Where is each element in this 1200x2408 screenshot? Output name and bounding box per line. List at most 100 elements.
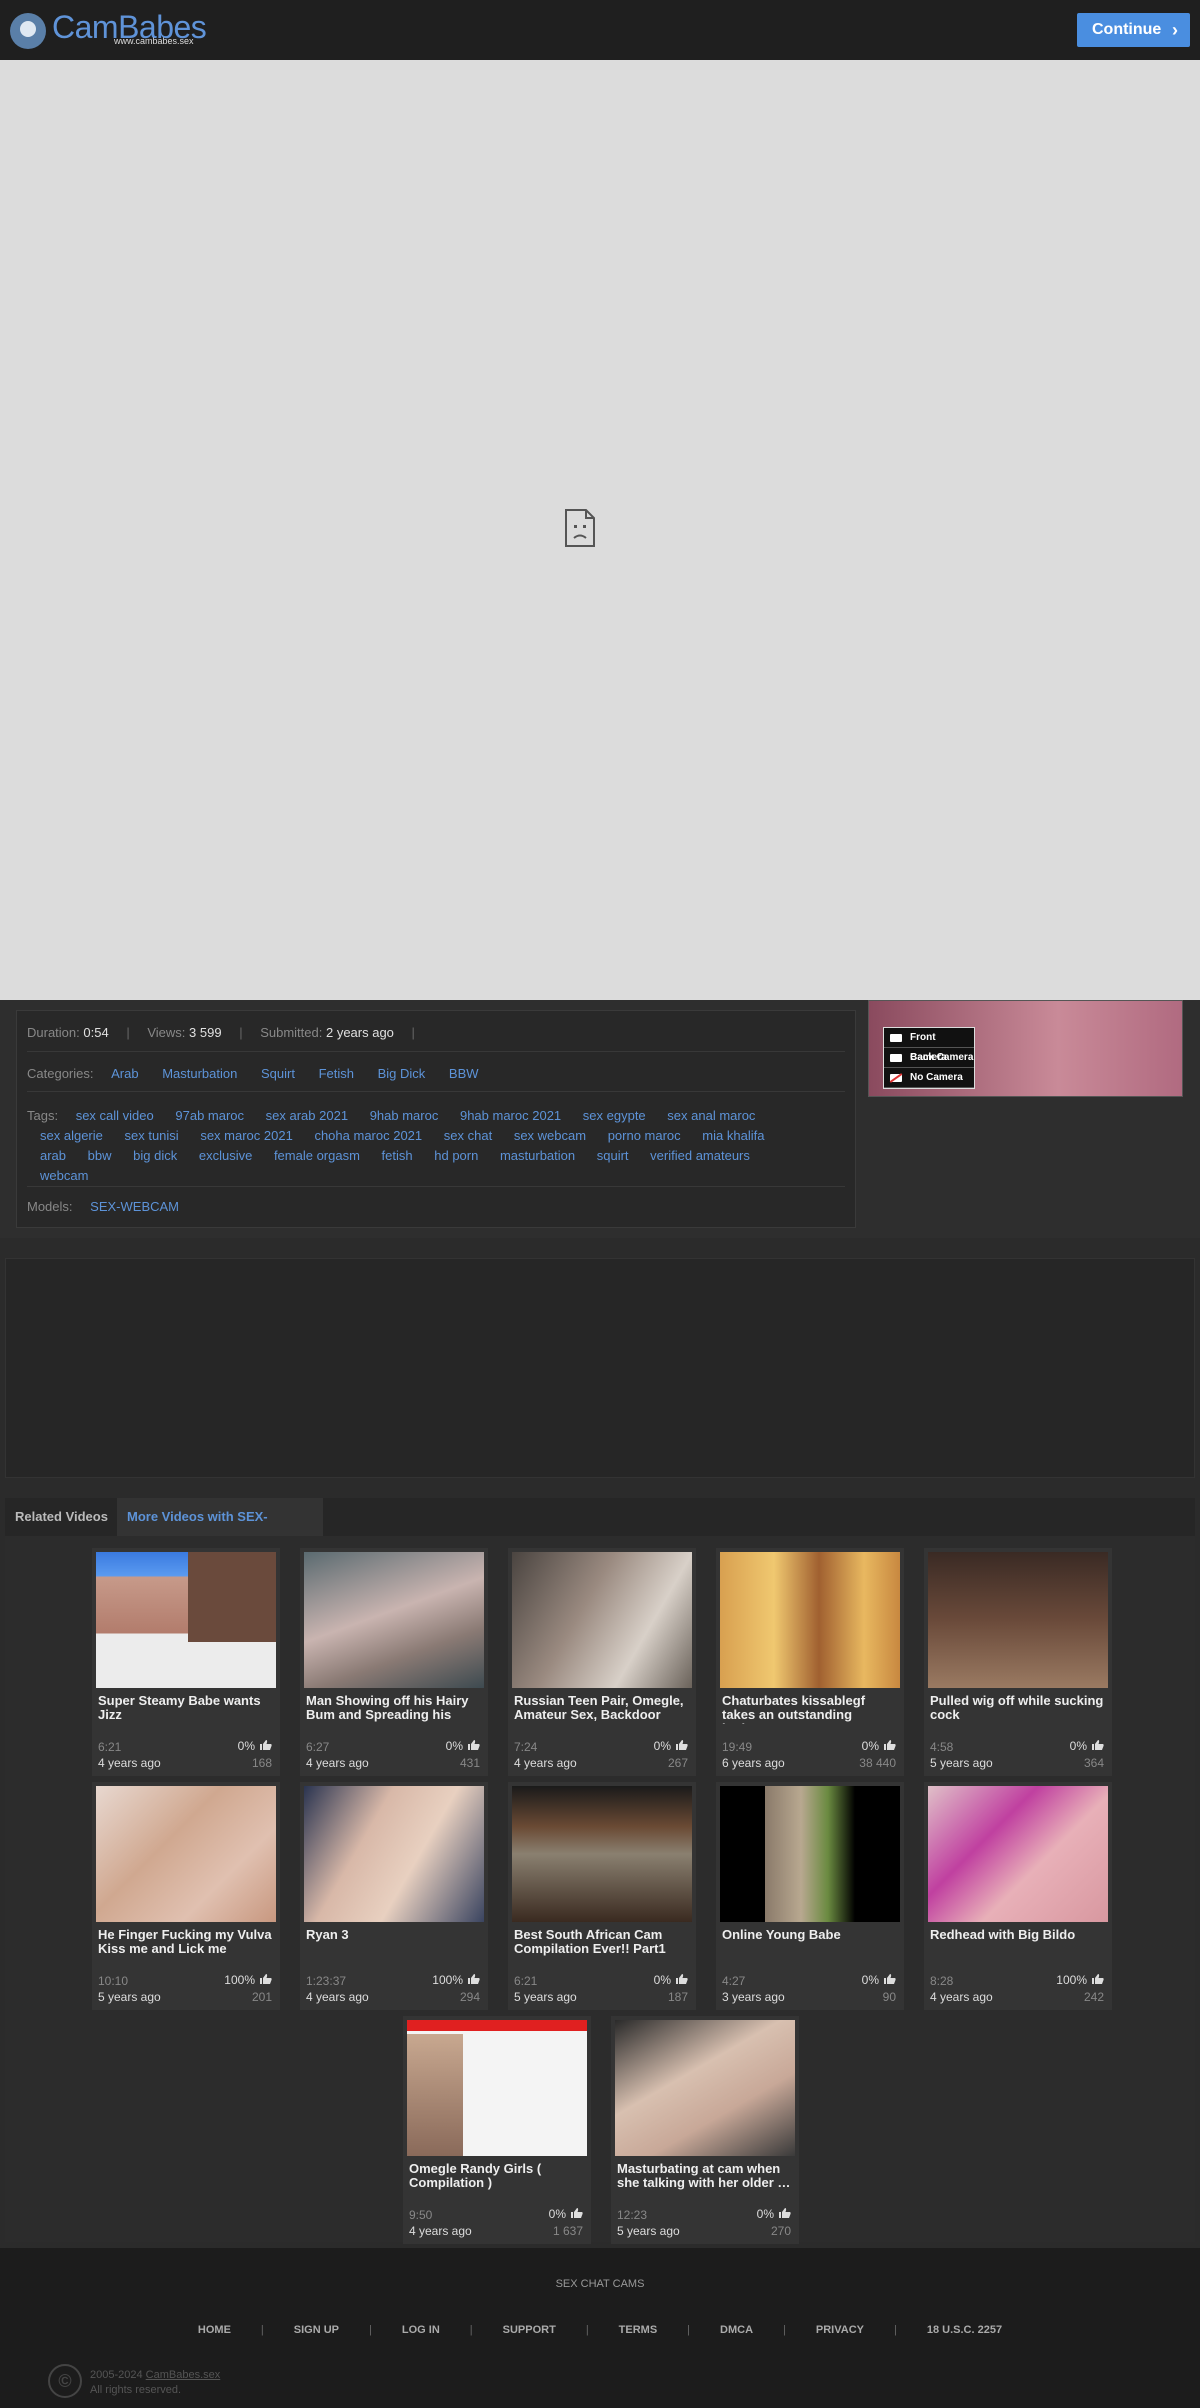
video-title[interactable]: Man Showing off his Hairy Bum and Spread… [306,1694,482,1724]
video-thumbnail[interactable] [615,2020,795,2156]
video-title[interactable]: He Finger Fucking my Vulva Kiss me and L… [98,1928,274,1958]
site-logo[interactable]: CamBabes www.cambabes.sex [10,9,207,51]
video-duration: 4:27 [722,1974,746,1988]
video-thumbnail[interactable] [96,1786,276,1922]
video-title[interactable]: Chaturbates kissablegf takes an outstand… [722,1694,898,1724]
video-card[interactable]: He Finger Fucking my Vulva Kiss me and L… [92,1782,280,2010]
copyright-years: 2005-2024 [90,2369,143,2381]
video-thumbnail[interactable] [720,1552,900,1688]
footer-link-log-in[interactable]: LOG IN [402,2324,440,2336]
tag-link[interactable]: sex webcam [514,1126,586,1146]
side-ad[interactable]: Front Camera Back Camera No Camera [868,1000,1183,1097]
tag-link[interactable]: sex egypte [583,1106,646,1126]
thumbs-up-icon [779,2208,791,2218]
tab-related-videos[interactable]: Related Videos [5,1498,118,1536]
tag-link[interactable]: verified amateurs [650,1146,750,1166]
category-link[interactable]: BBW [449,1066,479,1081]
video-card[interactable]: Masturbating at cam when she talking wit… [611,2016,799,2244]
tag-link[interactable]: 9hab maroc [370,1106,439,1126]
video-thumbnail[interactable] [96,1552,276,1688]
video-title[interactable]: Best South African Cam Compilation Ever!… [514,1928,690,1958]
video-thumbnail[interactable] [304,1786,484,1922]
tag-link[interactable]: sex algerie [40,1126,103,1146]
continue-button[interactable]: Continue › [1077,13,1190,47]
video-thumbnail[interactable] [720,1786,900,1922]
footer-link-privacy[interactable]: PRIVACY [816,2324,864,2336]
footer-link-sign-up[interactable]: SIGN UP [294,2324,339,2336]
category-link[interactable]: Fetish [319,1066,354,1081]
video-card[interactable]: Russian Teen Pair, Omegle, Amateur Sex, … [508,1548,696,1776]
video-card[interactable]: Pulled wig off while sucking cock 4:58 0… [924,1548,1112,1776]
tag-link[interactable]: choha maroc 2021 [314,1126,422,1146]
category-link[interactable]: Arab [111,1066,138,1081]
tag-link[interactable]: bbw [88,1146,112,1166]
video-rating: 0% [238,1739,272,1753]
tag-link[interactable]: squirt [597,1146,629,1166]
video-card[interactable]: Ryan 3 1:23:37 100% 4 years ago 294 [300,1782,488,2010]
video-age: 5 years ago [514,1990,577,2004]
video-thumbnail[interactable] [928,1552,1108,1688]
rating-value: 0% [548,2207,566,2221]
video-title[interactable]: Russian Teen Pair, Omegle, Amateur Sex, … [514,1694,690,1724]
video-title[interactable]: Redhead with Big Bildo [930,1928,1106,1958]
categories-row: Categories: Arab Masturbation Squirt Fet… [27,1066,499,1081]
tag-link[interactable]: sex arab 2021 [266,1106,348,1126]
tab-more-videos-model[interactable]: More Videos with SEX-WEBCAM [117,1498,323,1562]
tag-link[interactable]: arab [40,1146,66,1166]
video-thumbnail[interactable] [512,1786,692,1922]
tag-link[interactable]: sex tunisi [125,1126,179,1146]
video-title[interactable]: Ryan 3 [306,1928,482,1958]
video-card[interactable]: Best South African Cam Compilation Ever!… [508,1782,696,2010]
tags-line-2: sex algerie sex tunisi sex maroc 2021 ch… [27,1126,847,1146]
tag-link[interactable]: sex anal maroc [667,1106,755,1126]
video-grid: Super Steamy Babe wants Jizz 6:21 0% 4 y… [5,1536,1195,2244]
tag-link[interactable]: sex call video [76,1106,154,1126]
models-row: Models: SEX-WEBCAM [27,1199,199,1214]
video-duration: 8:28 [930,1974,954,1988]
video-thumbnail[interactable] [512,1552,692,1688]
tag-link[interactable]: fetish [382,1146,413,1166]
tag-link[interactable]: exclusive [199,1146,252,1166]
footer-link-2257[interactable]: 18 U.S.C. 2257 [927,2324,1002,2336]
video-card[interactable]: Omegle Randy Girls ( Compilation ) 9:50 … [403,2016,591,2244]
tag-link[interactable]: webcam [40,1166,88,1186]
video-thumbnail[interactable] [928,1786,1108,1922]
tag-link[interactable]: hd porn [434,1146,478,1166]
video-thumbnail[interactable] [304,1552,484,1688]
category-link[interactable]: Squirt [261,1066,295,1081]
video-title[interactable]: Super Steamy Babe wants Jizz [98,1694,274,1724]
video-title[interactable]: Pulled wig off while sucking cock [930,1694,1106,1724]
tag-link[interactable]: big dick [133,1146,177,1166]
video-rating: 0% [446,1739,480,1753]
camera-menu-item: Front Camera [884,1028,974,1063]
tag-link[interactable]: masturbation [500,1146,575,1166]
model-link[interactable]: SEX-WEBCAM [90,1199,179,1214]
category-link[interactable]: Masturbation [162,1066,237,1081]
camera-menu: Front Camera Back Camera No Camera [883,1027,975,1089]
tag-link[interactable]: sex maroc 2021 [200,1126,293,1146]
video-card[interactable]: Online Young Babe 4:27 0% 3 years ago 90 [716,1782,904,2010]
tag-link[interactable]: mia khalifa [702,1126,764,1146]
category-link[interactable]: Big Dick [378,1066,426,1081]
tag-link[interactable]: 9hab maroc 2021 [460,1106,561,1126]
video-age: 3 years ago [722,1990,785,2004]
video-thumbnail[interactable] [407,2020,587,2156]
tag-link[interactable]: sex chat [444,1126,492,1146]
footer-link-home[interactable]: HOME [198,2324,231,2336]
video-card[interactable]: Redhead with Big Bildo 8:28 100% 4 years… [924,1782,1112,2010]
tag-link[interactable]: female orgasm [274,1146,360,1166]
video-duration: 6:27 [306,1740,330,1754]
video-title[interactable]: Online Young Babe [722,1928,898,1958]
video-player[interactable] [0,60,1200,1000]
footer-link-dmca[interactable]: DMCA [720,2324,753,2336]
tag-link[interactable]: porno maroc [608,1126,681,1146]
footer-link-support[interactable]: SUPPORT [503,2324,556,2336]
video-title[interactable]: Masturbating at cam when she talking wit… [617,2162,793,2192]
tag-link[interactable]: 97ab maroc [175,1106,244,1126]
video-card[interactable]: Chaturbates kissablegf takes an outstand… [716,1548,904,1776]
copyright-site-link[interactable]: CamBabes.sex [146,2369,221,2381]
footer-link-terms[interactable]: TERMS [619,2324,658,2336]
video-title[interactable]: Omegle Randy Girls ( Compilation ) [409,2162,585,2192]
video-card[interactable]: Man Showing off his Hairy Bum and Spread… [300,1548,488,1776]
video-card[interactable]: Super Steamy Babe wants Jizz 6:21 0% 4 y… [92,1548,280,1776]
